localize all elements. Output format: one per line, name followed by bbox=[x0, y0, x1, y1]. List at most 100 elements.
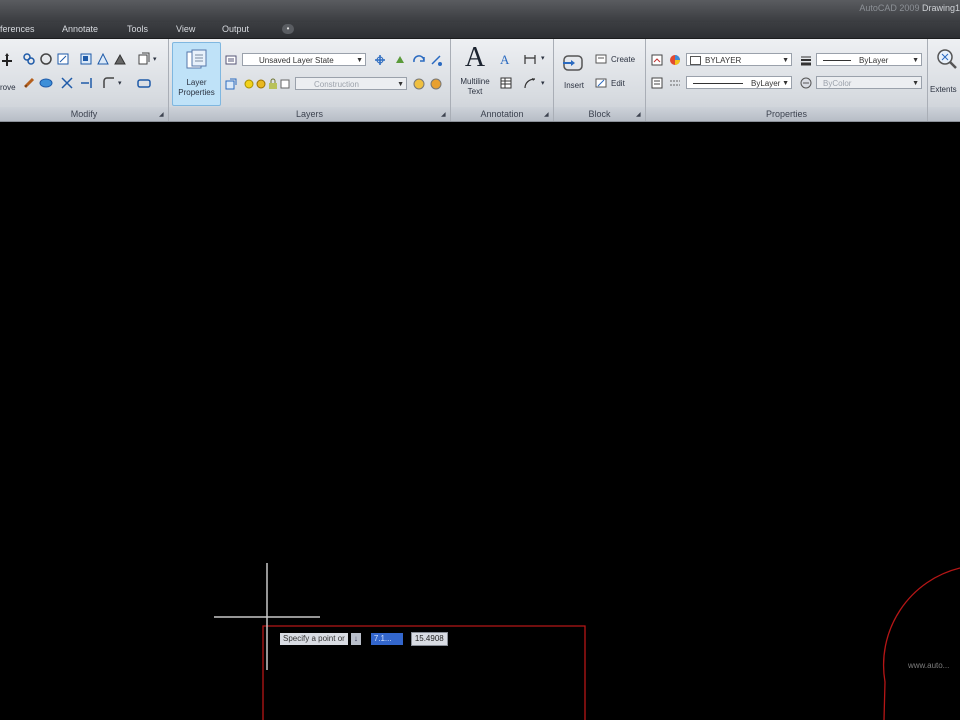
explode-icon[interactable] bbox=[22, 76, 36, 90]
line-sample-icon bbox=[693, 83, 743, 85]
join-icon[interactable] bbox=[137, 76, 151, 90]
move-icon[interactable] bbox=[0, 53, 14, 69]
erase-dropdown-icon[interactable]: ▾ bbox=[153, 55, 157, 63]
extend-icon[interactable] bbox=[79, 76, 93, 90]
current-layer-value: Construction bbox=[314, 80, 359, 89]
layer-state-icon[interactable] bbox=[224, 53, 238, 67]
linetype-dropdown[interactable]: ByLayer ▼ bbox=[686, 76, 792, 89]
single-line-text-icon[interactable]: A bbox=[499, 52, 513, 66]
chevron-down-icon: ▼ bbox=[912, 80, 919, 87]
dimension-dropdown-icon[interactable]: ▾ bbox=[541, 54, 545, 62]
layer-previous-icon[interactable] bbox=[393, 53, 407, 67]
scale-icon[interactable] bbox=[79, 52, 93, 66]
color-wheel-icon bbox=[670, 55, 680, 65]
tab-references[interactable]: ferences bbox=[0, 24, 35, 34]
layer-properties-button[interactable]: Layer Properties bbox=[172, 42, 221, 106]
dynamic-input-x-field[interactable]: 7.1... bbox=[370, 633, 403, 645]
insert-button[interactable]: Insert bbox=[558, 49, 590, 101]
rotate-icon[interactable] bbox=[39, 52, 53, 66]
modify-launcher-icon[interactable]: ◢ bbox=[159, 112, 165, 118]
tab-annotate[interactable]: Annotate bbox=[62, 24, 98, 34]
panel-properties: BYLAYER ▼ ByLayer ▼ ByLayer ▼ ByColor ▼ … bbox=[646, 39, 928, 121]
panel-block-label: Block bbox=[554, 107, 645, 121]
tab-tools[interactable]: Tools bbox=[127, 24, 148, 34]
table-icon[interactable] bbox=[499, 76, 513, 90]
create-block-icon[interactable] bbox=[594, 52, 608, 66]
layer-walk-icon[interactable] bbox=[412, 53, 426, 67]
dynamic-input-options-icon[interactable]: ↓ bbox=[350, 633, 361, 645]
leader-dropdown-icon[interactable]: ▾ bbox=[541, 79, 545, 87]
erase-icon[interactable] bbox=[137, 52, 151, 66]
tab-output[interactable]: Output bbox=[222, 24, 249, 34]
dimension-icon[interactable] bbox=[523, 52, 537, 66]
mirror-icon[interactable] bbox=[56, 52, 70, 66]
lineweight-dropdown[interactable]: ByLayer ▼ bbox=[816, 53, 922, 66]
layer-color-icon bbox=[280, 79, 290, 89]
color-dropdown[interactable]: BYLAYER ▼ bbox=[686, 53, 792, 66]
red-circle-arc bbox=[882, 567, 960, 720]
layer-isolate-icon[interactable] bbox=[429, 53, 443, 67]
chevron-down-icon: ▼ bbox=[356, 57, 363, 64]
panel-layers: Layer Properties Unsaved Layer State ▼ C… bbox=[169, 39, 451, 121]
offset-icon[interactable] bbox=[39, 76, 53, 90]
layer-state-value: Unsaved Layer State bbox=[259, 56, 334, 65]
copy-icon[interactable] bbox=[22, 52, 36, 66]
panel-utilities-label bbox=[928, 107, 960, 121]
extents-label[interactable]: Extents bbox=[930, 85, 957, 95]
fillet-dropdown-icon[interactable]: ▾ bbox=[118, 79, 122, 87]
drawing-geometry bbox=[214, 563, 960, 720]
layers-launcher-icon[interactable]: ◢ bbox=[441, 112, 447, 118]
layer-state-dropdown[interactable]: Unsaved Layer State ▼ bbox=[242, 53, 366, 66]
trim-icon[interactable] bbox=[60, 76, 74, 90]
tab-view[interactable]: View bbox=[176, 24, 195, 34]
layer-off-icon[interactable] bbox=[429, 77, 443, 91]
color-swatch-icon bbox=[690, 56, 701, 65]
match-properties-icon[interactable] bbox=[650, 53, 664, 67]
move-button-label[interactable]: rove bbox=[0, 83, 16, 92]
insert-label: Insert bbox=[563, 81, 584, 90]
panel-modify-label: Modify bbox=[0, 107, 168, 121]
insert-block-icon bbox=[563, 55, 583, 71]
panel-annotation-label: Annotation bbox=[451, 107, 553, 121]
app-title: AutoCAD 2009 Drawing1 bbox=[859, 3, 960, 13]
chevron-down-icon: ▼ bbox=[782, 57, 789, 64]
crosshair-cursor bbox=[214, 563, 320, 670]
multiline-text-icon: A bbox=[464, 42, 486, 73]
tab-more-icon[interactable]: • bbox=[282, 24, 294, 34]
plot-style-dropdown[interactable]: ByColor ▼ bbox=[816, 76, 922, 89]
layer-properties-label: Layer Properties bbox=[178, 78, 215, 97]
panel-utilities: Extents bbox=[928, 39, 960, 121]
lineweight-icon bbox=[801, 56, 811, 66]
array-icon[interactable] bbox=[113, 52, 127, 66]
layer-unisolate-icon[interactable] bbox=[412, 77, 426, 91]
color-value: BYLAYER bbox=[705, 56, 742, 65]
plot-style-icon bbox=[800, 77, 812, 89]
annotation-launcher-icon[interactable]: ◢ bbox=[544, 112, 550, 118]
fillet-icon[interactable] bbox=[102, 76, 116, 90]
plot-style-value: ByColor bbox=[823, 79, 852, 88]
title-bar: AutoCAD 2009 Drawing1 bbox=[0, 0, 960, 22]
make-current-icon[interactable] bbox=[224, 77, 238, 91]
svg-text:A: A bbox=[500, 52, 510, 66]
block-launcher-icon[interactable]: ◢ bbox=[636, 112, 642, 118]
panel-annotation: A Multiline Text A ▾ ▾ Annotation ◢ bbox=[451, 39, 554, 121]
edit-block-icon[interactable] bbox=[594, 76, 608, 90]
linetype-icon bbox=[670, 80, 680, 86]
chevron-down-icon: ▼ bbox=[397, 81, 404, 88]
current-layer-dropdown[interactable]: Construction ▼ bbox=[295, 77, 407, 90]
create-block-label[interactable]: Create bbox=[611, 55, 635, 64]
edit-block-label[interactable]: Edit bbox=[611, 79, 625, 88]
ribbon-tab-bar: ferences Annotate Tools View Output • bbox=[0, 22, 960, 39]
layer-match-icon[interactable] bbox=[373, 53, 387, 67]
list-properties-icon[interactable] bbox=[650, 76, 664, 90]
drawing-canvas[interactable]: Specify a point or ↓ 7.1... 15.4908 www.… bbox=[0, 122, 960, 720]
multiline-text-button[interactable]: A Multiline Text bbox=[454, 42, 496, 102]
dynamic-input-y-field[interactable]: 15.4908 bbox=[410, 632, 448, 646]
dynamic-input-tooltip: Specify a point or ↓ 7.1... 15.4908 bbox=[280, 632, 448, 646]
multiline-text-label: Multiline Text bbox=[460, 77, 490, 96]
leader-icon[interactable] bbox=[523, 76, 537, 90]
dynamic-input-prompt: Specify a point or bbox=[280, 633, 348, 645]
stretch-icon[interactable] bbox=[96, 52, 110, 66]
zoom-extents-icon[interactable] bbox=[935, 47, 959, 71]
chevron-down-icon: ▼ bbox=[782, 80, 789, 87]
